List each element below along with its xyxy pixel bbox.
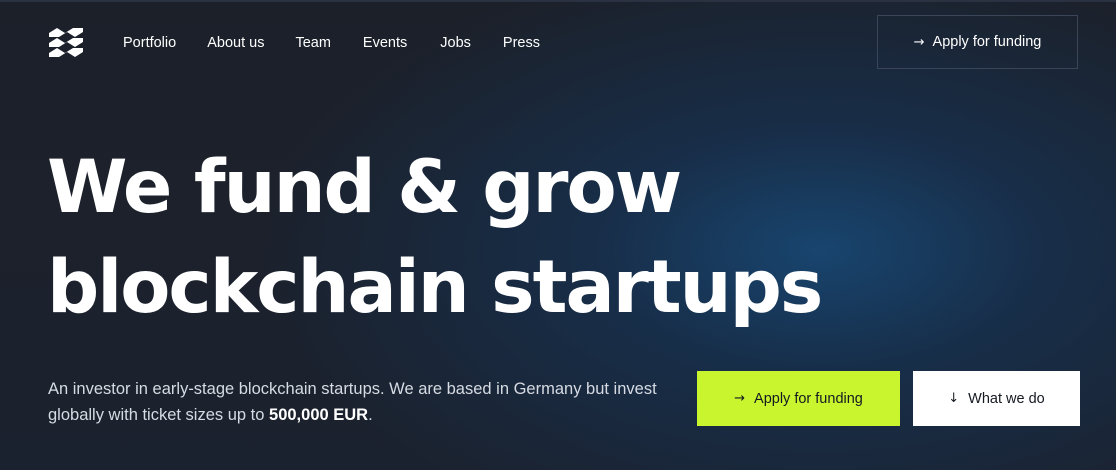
top-border xyxy=(0,0,1116,2)
headline-line-2: blockchain startups xyxy=(47,245,823,330)
apply-for-funding-button[interactable]: → Apply for funding xyxy=(697,371,900,426)
hero-description: An investor in early-stage blockchain st… xyxy=(48,376,668,428)
ticket-size-highlight: 500,000 EUR xyxy=(269,406,369,424)
what-we-do-label: What we do xyxy=(968,390,1045,407)
arrow-right-icon: → xyxy=(734,391,746,406)
nav-item-about-us[interactable]: About us xyxy=(207,33,264,53)
brand-logo-icon[interactable] xyxy=(47,26,85,59)
header-apply-label: Apply for funding xyxy=(932,34,1042,50)
arrow-right-icon: → xyxy=(913,34,925,50)
what-we-do-button[interactable]: ↓ What we do xyxy=(913,371,1080,426)
nav-item-team[interactable]: Team xyxy=(295,33,330,53)
nav-item-portfolio[interactable]: Portfolio xyxy=(123,33,176,53)
arrow-down-icon: ↓ xyxy=(948,391,960,406)
header-apply-button[interactable]: → Apply for funding xyxy=(877,15,1078,69)
hero-headline: We fund & grow blockchain startups xyxy=(47,138,867,338)
apply-button-label: Apply for funding xyxy=(754,390,863,407)
nav-item-press[interactable]: Press xyxy=(503,33,540,53)
main-nav: Portfolio About us Team Events Jobs Pres… xyxy=(123,33,540,53)
description-end: . xyxy=(368,406,373,424)
nav-item-jobs[interactable]: Jobs xyxy=(440,33,471,53)
headline-line-1: We fund & grow xyxy=(47,145,682,230)
hero-section: Portfolio About us Team Events Jobs Pres… xyxy=(0,0,1116,470)
logo-mark-icon xyxy=(49,28,83,57)
nav-item-events[interactable]: Events xyxy=(363,33,407,53)
